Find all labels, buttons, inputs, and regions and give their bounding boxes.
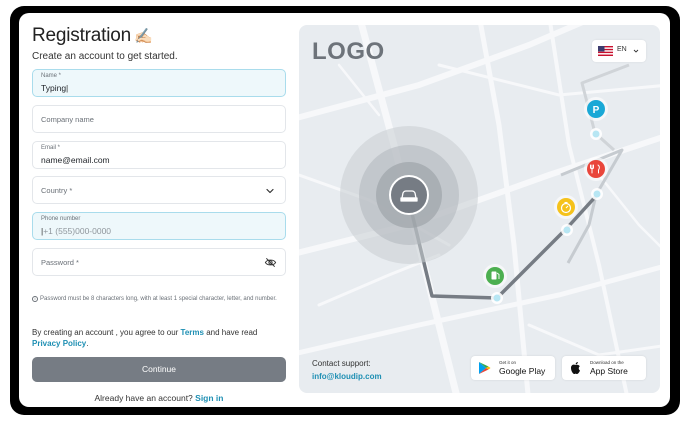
map-illustration: P: [299, 25, 660, 393]
password-placeholder: Password *: [41, 258, 79, 267]
name-value: Typing|: [41, 83, 68, 93]
terms-suffix: .: [86, 339, 89, 348]
password-hint: i Password must be 8 characters long, wit…: [32, 295, 286, 303]
registration-card: Registration ✍🏻 Create an account to get …: [19, 13, 670, 407]
support-label: Contact support:: [312, 359, 371, 368]
phone-value: |+1 (555)000-0000: [41, 226, 111, 236]
support-email-link[interactable]: info@kloudip.com: [312, 370, 382, 383]
company-field[interactable]: Company name: [32, 105, 286, 133]
signin-prefix: Already have an account?: [94, 393, 196, 403]
parking-letter: P: [593, 105, 600, 116]
fuel-station-icon: [483, 264, 507, 288]
app-store-button[interactable]: Download on the App Store: [562, 356, 646, 380]
page-subtitle: Create an account to get started.: [32, 51, 178, 62]
chevron-down-icon: [266, 188, 274, 194]
terms-link[interactable]: Terms: [181, 328, 204, 337]
car-marker: [389, 175, 429, 215]
map-panel: P LOGO EN Contact support: info@kloudip.…: [299, 25, 660, 393]
google-play-small: Get it on: [499, 360, 517, 365]
app-store-small: Download on the: [590, 360, 624, 365]
info-icon: i: [32, 296, 38, 302]
app-store-label: App Store: [590, 366, 628, 376]
contact-support: Contact support: info@kloudip.com: [312, 357, 382, 383]
email-label: Email *: [41, 145, 61, 151]
google-play-icon: [479, 362, 491, 374]
apple-icon: [571, 362, 580, 374]
food-icon: [584, 157, 608, 181]
phone-field[interactable]: Phone number |+1 (555)000-0000: [32, 212, 286, 240]
signin-link[interactable]: Sign in: [195, 393, 223, 403]
email-value: name@email.com: [41, 155, 110, 165]
terms-prefix: By creating an account , you agree to ou…: [32, 328, 181, 337]
signin-row: Already have an account? Sign in: [32, 393, 286, 403]
name-text: Typing: [41, 83, 67, 93]
title-text: Registration: [32, 25, 131, 46]
continue-button[interactable]: Continue: [32, 357, 286, 382]
company-placeholder: Company name: [41, 115, 94, 124]
terms-text: By creating an account , you agree to ou…: [32, 327, 286, 349]
google-play-label: Google Play: [499, 366, 546, 376]
terms-middle: and have read: [203, 328, 258, 337]
country-placeholder: Country *: [41, 186, 73, 195]
phone-label: Phone number: [41, 216, 81, 222]
name-field[interactable]: Name * Typing|: [32, 69, 286, 97]
timer-icon: [554, 195, 578, 219]
writing-hand-icon: ✍🏻: [133, 28, 153, 45]
eye-off-icon[interactable]: [264, 256, 277, 269]
google-play-button[interactable]: Get it on Google Play: [471, 356, 555, 380]
email-field[interactable]: Email * name@email.com: [32, 141, 286, 169]
password-hint-text: Password must be 8 characters long, with…: [40, 296, 277, 302]
privacy-policy-link[interactable]: Privacy Policy: [32, 339, 86, 348]
brand-logo: LOGO: [312, 38, 385, 65]
page-title: Registration ✍🏻: [32, 25, 153, 47]
password-field[interactable]: Password *: [32, 248, 286, 276]
registration-form: Registration ✍🏻 Create an account to get …: [32, 23, 286, 407]
chevron-down-icon: [633, 49, 639, 53]
text-cursor: |: [66, 83, 69, 93]
us-flag-icon: [598, 46, 613, 56]
name-label: Name *: [41, 73, 62, 79]
country-select[interactable]: Country *: [32, 176, 286, 204]
language-selector[interactable]: EN: [592, 40, 646, 62]
parking-icon: P: [584, 97, 608, 121]
language-code: EN: [617, 46, 627, 53]
phone-placeholder: +1 (555)000-0000: [43, 226, 112, 236]
